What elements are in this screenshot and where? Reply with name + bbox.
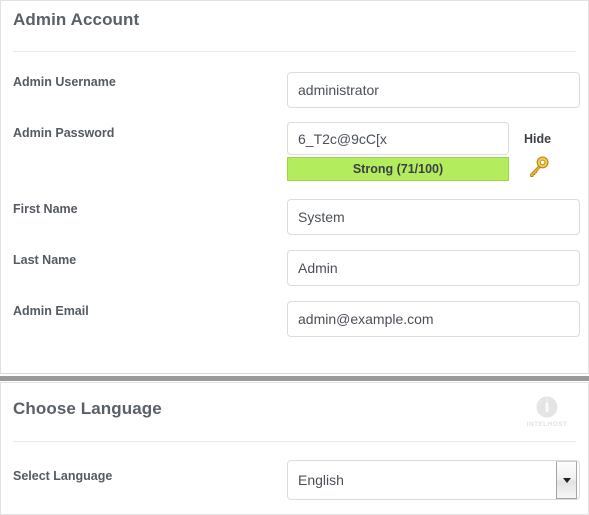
language-select[interactable]: English [287,460,580,500]
admin-username-input[interactable]: administrator [287,72,580,108]
admin-email-input[interactable]: admin@example.com [287,301,580,337]
last-name-input[interactable]: Admin [287,250,580,286]
select-language-label: Select Language [13,469,113,483]
intelhost-logo-text: INTELHOST [526,421,568,428]
choose-language-title: Choose Language [13,399,162,418]
password-strength-bar: Strong (71/100) [287,157,509,181]
installer-page: Admin Account Admin Username administrat… [0,0,589,515]
choose-language-panel: Choose Language INTELHOST Select Languag… [0,382,589,515]
chevron-down-icon[interactable] [556,461,577,499]
password-visibility-toggle[interactable]: Hide [524,132,551,146]
key-icon[interactable] [525,154,551,180]
admin-password-input[interactable]: 6_T2c@9cC[x [287,122,509,155]
last-name-label: Last Name [13,253,77,267]
admin-username-label: Admin Username [13,75,116,89]
language-section-divider [13,441,576,442]
admin-password-label: Admin Password [13,126,115,140]
admin-account-panel: Admin Account Admin Username administrat… [0,0,589,374]
admin-section-divider [13,51,576,52]
intelhost-logo-watermark: INTELHOST [516,394,578,438]
intelhost-mark-icon [536,396,558,418]
admin-account-title: Admin Account [13,10,140,29]
first-name-label: First Name [13,202,78,216]
panel-separator-bar [0,376,589,381]
language-select-value: English [298,472,344,488]
admin-email-label: Admin Email [13,304,89,318]
first-name-input[interactable]: System [287,199,580,235]
